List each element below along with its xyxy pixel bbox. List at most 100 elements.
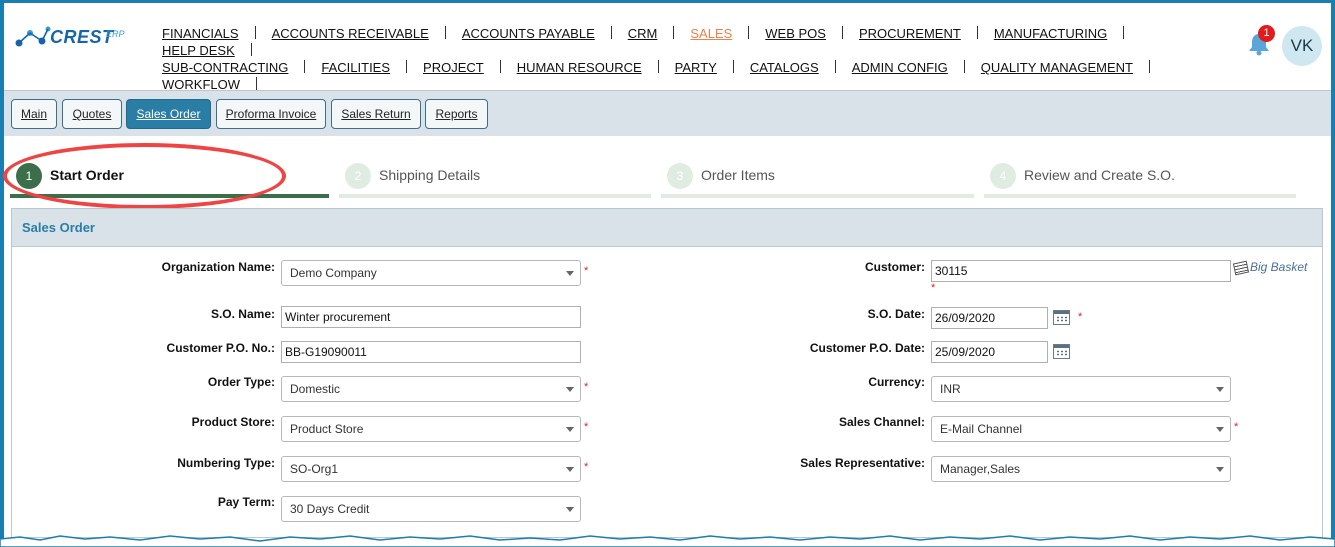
product-store-select[interactable]: Product Store: [281, 416, 581, 442]
nav-link[interactable]: PROCUREMENT: [857, 26, 963, 41]
nav-link[interactable]: CATALOGS: [748, 60, 821, 75]
nav-item-help-desk[interactable]: HELP DESK: [160, 42, 237, 59]
step-shipping-details[interactable]: 2 Shipping Details: [339, 158, 651, 198]
nav-separator: [841, 26, 843, 39]
nav-link[interactable]: QUALITY MANAGEMENT: [979, 60, 1135, 75]
nav-link[interactable]: SALES: [688, 26, 734, 41]
calendar-icon[interactable]: [1053, 310, 1070, 325]
nav-link[interactable]: FINANCIALS: [160, 26, 241, 41]
nav-link[interactable]: MANUFACTURING: [992, 26, 1109, 41]
user-avatar[interactable]: VK: [1282, 26, 1322, 66]
sales-rep-label: Sales Representative:: [800, 456, 925, 470]
nav-item-sub-contracting[interactable]: SUB-CONTRACTING: [160, 59, 290, 76]
crest-erp-logo[interactable]: CREST ERP: [14, 21, 144, 55]
nav-item-quality-management[interactable]: QUALITY MANAGEMENT: [979, 59, 1135, 76]
nav-link[interactable]: HUMAN RESOURCE: [515, 60, 644, 75]
customer-name-link[interactable]: Big Basket: [1250, 260, 1307, 274]
chevron-down-icon: [566, 467, 574, 472]
chevron-down-icon: [1216, 387, 1224, 392]
sales-rep-select[interactable]: Manager,Sales: [931, 456, 1231, 482]
tab-sales-return[interactable]: Sales Return: [331, 99, 421, 129]
nav-link[interactable]: ACCOUNTS PAYABLE: [460, 26, 597, 41]
customer-po-date-input[interactable]: 25/09/2020: [931, 341, 1048, 363]
nav-link[interactable]: PARTY: [673, 60, 719, 75]
order-type-value: Domestic: [290, 382, 341, 396]
tab-quotes[interactable]: Quotes: [62, 99, 122, 129]
torn-edge-decoration: [0, 535, 1335, 547]
app-header: CREST ERP FINANCIALS ACCOUNTS RECEIVABLE A…: [4, 3, 1331, 93]
nav-item-financials[interactable]: FINANCIALS: [160, 25, 241, 42]
nav-item-human-resource[interactable]: HUMAN RESOURCE: [515, 59, 644, 76]
tab-sales-order[interactable]: Sales Order: [126, 99, 211, 129]
chevron-down-icon: [566, 271, 574, 276]
nav-item-crm[interactable]: CRM: [626, 25, 660, 42]
nav-link[interactable]: ACCOUNTS RECEIVABLE: [270, 26, 431, 41]
step-label: Order Items: [701, 167, 775, 183]
step-order-items[interactable]: 3 Order Items: [661, 158, 974, 198]
nav-link[interactable]: ADMIN CONFIG: [850, 60, 950, 75]
nav-separator: [976, 26, 978, 39]
chevron-down-icon: [1216, 427, 1224, 432]
required-marker: *: [1234, 421, 1239, 433]
required-marker: *: [1078, 311, 1083, 323]
nav-separator: [610, 26, 612, 39]
nav-item-project[interactable]: PROJECT: [421, 59, 486, 76]
step-progress-bar: [339, 194, 651, 198]
nav-link[interactable]: HELP DESK: [160, 43, 237, 58]
required-marker: *: [931, 282, 936, 294]
nav-link[interactable]: WEB POS: [763, 26, 828, 41]
nav-item-admin-config[interactable]: ADMIN CONFIG: [850, 59, 950, 76]
tab-proforma-invoice[interactable]: Proforma Invoice: [216, 99, 326, 129]
chevron-down-icon: [566, 507, 574, 512]
currency-select[interactable]: INR: [931, 376, 1231, 402]
pay-term-value: 30 Days Credit: [290, 502, 370, 516]
nav-item-accounts-receivable[interactable]: ACCOUNTS RECEIVABLE: [270, 25, 431, 42]
nav-link[interactable]: SUB-CONTRACTING: [160, 60, 290, 75]
nav-separator: [657, 60, 659, 73]
nav-item-party[interactable]: PARTY: [673, 59, 719, 76]
product-store-value: Product Store: [290, 422, 364, 436]
so-name-label: S.O. Name:: [210, 307, 275, 321]
step-review-create[interactable]: 4 Review and Create S.O.: [984, 158, 1296, 198]
tab-main[interactable]: Main: [11, 99, 57, 129]
nav-item-web-pos[interactable]: WEB POS: [763, 25, 828, 42]
chevron-down-icon: [566, 427, 574, 432]
customer-po-no-input[interactable]: BB-G19090011: [281, 341, 581, 363]
so-date-input[interactable]: 26/09/2020: [931, 307, 1048, 329]
tab-reports[interactable]: Reports: [425, 99, 488, 129]
nav-item-catalogs[interactable]: CATALOGS: [748, 59, 821, 76]
pay-term-select[interactable]: 30 Days Credit: [281, 496, 581, 522]
nav-separator: [1148, 60, 1150, 73]
nav-separator: [254, 26, 256, 39]
calendar-icon[interactable]: [1053, 344, 1070, 359]
currency-value: INR: [940, 382, 961, 396]
nav-item-sales[interactable]: SALES: [688, 25, 734, 42]
customer-input[interactable]: 30115: [931, 260, 1231, 282]
customer-po-date-label: Customer P.O. Date:: [809, 341, 925, 355]
numbering-type-select[interactable]: SO-Org1: [281, 456, 581, 482]
so-name-input[interactable]: Winter procurement: [281, 306, 581, 328]
nav-link[interactable]: CRM: [626, 26, 660, 41]
step-start-order[interactable]: 1 Start Order: [10, 158, 329, 198]
step-number: 4: [990, 163, 1016, 189]
nav-item-procurement[interactable]: PROCUREMENT: [857, 25, 963, 42]
required-marker: *: [584, 421, 589, 433]
org-name-select[interactable]: Demo Company: [281, 260, 581, 286]
sales-channel-value: E-Mail Channel: [940, 422, 1023, 436]
nav-separator: [1123, 26, 1125, 39]
nav-item-manufacturing[interactable]: MANUFACTURING: [992, 25, 1109, 42]
sales-channel-select[interactable]: E-Mail Channel: [931, 416, 1231, 442]
logo-suffix: ERP: [106, 29, 125, 39]
nav-separator: [250, 43, 252, 56]
order-type-select[interactable]: Domestic: [281, 376, 581, 402]
step-label: Shipping Details: [379, 167, 481, 183]
main-nav: FINANCIALS ACCOUNTS RECEIVABLE ACCOUNTS PA…: [160, 25, 1200, 93]
nav-link[interactable]: PROJECT: [421, 60, 486, 75]
panel-title: Sales Order: [12, 209, 1322, 247]
nav-item-accounts-payable[interactable]: ACCOUNTS PAYABLE: [460, 25, 597, 42]
numbering-type-value: SO-Org1: [290, 462, 339, 476]
nav-link[interactable]: FACILITIES: [319, 60, 392, 75]
nav-item-facilities[interactable]: FACILITIES: [319, 59, 392, 76]
nav-separator: [748, 26, 750, 39]
nav-separator: [834, 60, 836, 73]
